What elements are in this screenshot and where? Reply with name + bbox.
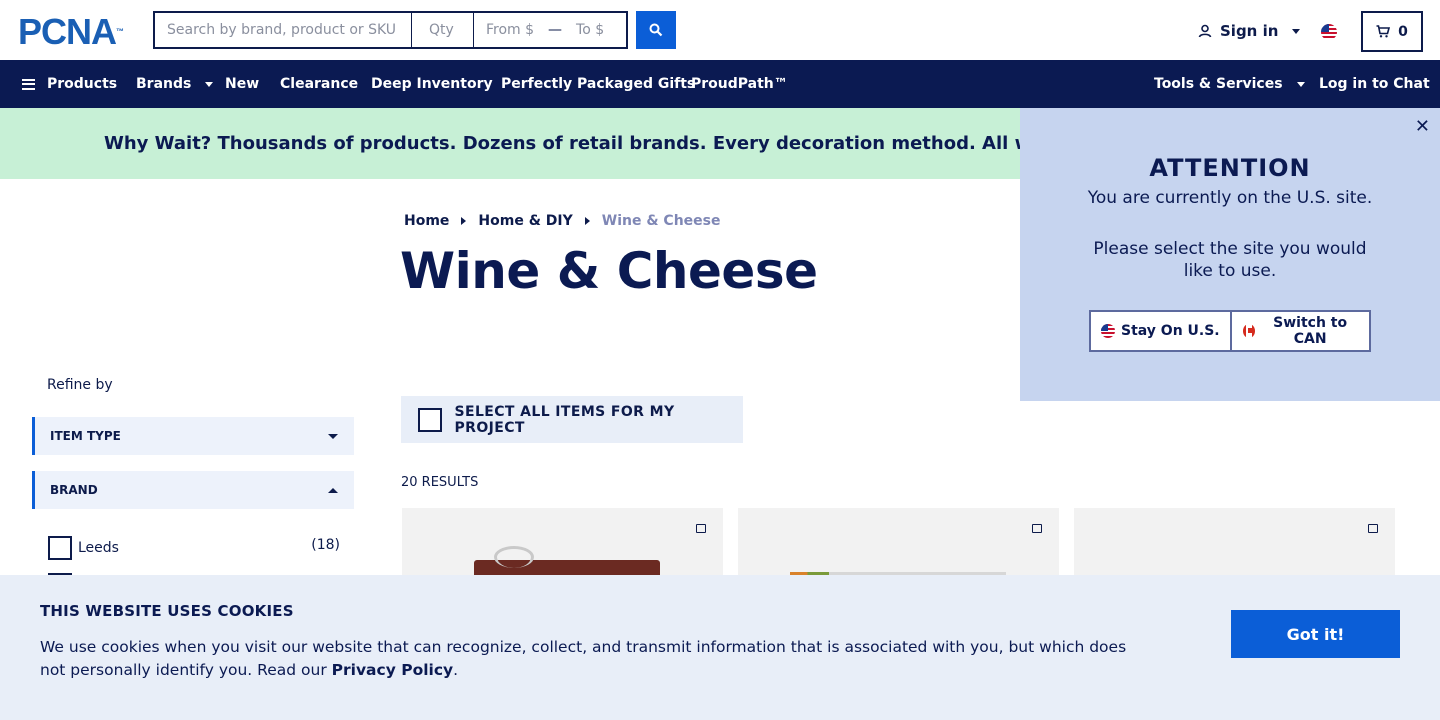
folder-icon[interactable] — [1032, 524, 1042, 533]
select-all-label: SELECT ALL ITEMS FOR MY PROJECT — [454, 403, 675, 436]
close-icon[interactable]: ✕ — [1415, 116, 1430, 137]
cookie-body: We use cookies when you visit our websit… — [40, 638, 1127, 679]
results-count: 20 RESULTS — [401, 475, 479, 490]
modal-message-current-site: You are currently on the U.S. site. — [1087, 188, 1373, 208]
nav-deep-inventory[interactable]: Deep Inventory — [371, 60, 493, 108]
nav-proudpath-label: ProudPath™ — [691, 76, 788, 92]
search-input[interactable]: Search by brand, product or SKU — [155, 13, 412, 47]
nav-deep-inventory-label: Deep Inventory — [371, 76, 493, 92]
cart-button[interactable]: 0 — [1361, 11, 1423, 52]
switch-to-can-button[interactable]: Switch to CAN — [1230, 310, 1371, 352]
facet-label: BRAND — [50, 483, 98, 497]
cookie-banner: THIS WEBSITE USES COOKIES We use cookies… — [0, 575, 1440, 720]
logo-trademark: ™ — [116, 27, 125, 36]
modal-title: ATTENTION — [1149, 154, 1311, 182]
chevron-down-icon — [1292, 28, 1301, 34]
select-all-toggle[interactable]: SELECT ALL ITEMS FOR MY PROJECT — [401, 396, 743, 443]
privacy-policy-link[interactable]: Privacy Policy — [332, 661, 454, 679]
chevron-up-icon — [328, 487, 338, 493]
facet-item-type[interactable]: ITEM TYPE — [32, 417, 354, 455]
pcna-logo[interactable]: PCNA™ — [18, 14, 125, 50]
canada-flag-icon — [1243, 324, 1256, 338]
price-range: From $ — To $ — [474, 13, 626, 47]
select-all-checkbox[interactable] — [418, 407, 442, 432]
sign-in-menu[interactable]: Sign in — [1198, 22, 1301, 40]
brand-option-leeds[interactable]: Leeds (18) — [48, 536, 340, 560]
facet-brand[interactable]: BRAND — [32, 471, 354, 509]
search-icon — [649, 23, 663, 37]
search-button[interactable] — [636, 11, 676, 49]
promo-text: Why Wait? Thousands of products. Dozens … — [104, 133, 1175, 154]
nav-tools-services[interactable]: Tools & Services — [1154, 60, 1305, 108]
modal-message-select-site: Please select the site you would like to… — [1093, 239, 1367, 281]
price-from-input[interactable]: From $ — [486, 22, 534, 38]
breadcrumb-category[interactable]: Home & DIY — [478, 213, 572, 229]
stay-label: Stay On U.S. — [1121, 323, 1220, 339]
chevron-down-icon — [328, 433, 338, 439]
nav-new[interactable]: New — [225, 60, 259, 108]
nav-products[interactable]: Products — [22, 60, 117, 108]
refine-heading: Refine by — [47, 377, 113, 393]
nav-new-label: New — [225, 76, 260, 92]
switch-label: Switch to CAN — [1273, 315, 1348, 347]
brand-option-count: (18) — [311, 537, 340, 553]
breadcrumb-home[interactable]: Home — [404, 213, 449, 229]
product-image-detail — [494, 546, 534, 568]
nav-chat-login[interactable]: Log in to Chat — [1319, 60, 1430, 108]
nav-products-label: Products — [47, 76, 118, 92]
folder-icon[interactable] — [1368, 524, 1378, 533]
us-flag-icon — [1101, 324, 1115, 338]
logo-text: PCNA — [18, 11, 117, 52]
search-form: Search by brand, product or SKU Qty From… — [153, 11, 628, 49]
facet-label: ITEM TYPE — [50, 429, 121, 443]
cookie-accept-button[interactable]: Got it! — [1231, 610, 1400, 658]
top-header: PCNA™ Search by brand, product or SKU Qt… — [0, 0, 1440, 60]
us-flag-icon[interactable] — [1321, 24, 1337, 40]
cookie-text: We use cookies when you visit our websit… — [40, 636, 1140, 682]
breadcrumb: Home Home & DIY Wine & Cheese — [404, 213, 721, 229]
quantity-input[interactable]: Qty — [412, 13, 474, 47]
menu-icon — [22, 78, 35, 90]
price-to-input[interactable]: To $ — [576, 22, 604, 38]
nav-gifts-label: Perfectly Packaged Gifts — [501, 76, 696, 92]
folder-icon[interactable] — [696, 524, 706, 533]
chevron-down-icon — [1296, 81, 1305, 87]
price-separator: — — [548, 22, 563, 38]
nav-chat-label: Log in to Chat — [1319, 76, 1430, 92]
nav-clearance-label: Clearance — [280, 76, 359, 92]
cookie-end: . — [453, 661, 459, 679]
cookie-title: THIS WEBSITE USES COOKIES — [40, 602, 294, 620]
nav-tools-label: Tools & Services — [1154, 76, 1283, 92]
breadcrumb-arrow-icon — [584, 217, 590, 225]
stay-on-us-button[interactable]: Stay On U.S. — [1089, 310, 1232, 352]
site-select-modal: ✕ ATTENTION You are currently on the U.S… — [1020, 108, 1440, 401]
nav-brands[interactable]: Brands — [136, 60, 214, 108]
checkbox[interactable] — [48, 536, 72, 560]
brand-option-label: Leeds — [78, 540, 119, 556]
cart-count: 0 — [1398, 23, 1408, 40]
breadcrumb-arrow-icon — [461, 217, 467, 225]
main-nav: Products Brands New Clearance Deep Inven… — [0, 60, 1440, 108]
nav-brands-label: Brands — [136, 76, 192, 92]
chevron-down-icon — [205, 81, 214, 87]
sign-in-label: Sign in — [1220, 22, 1279, 40]
nav-proudpath[interactable]: ProudPath™ — [691, 60, 788, 108]
nav-clearance[interactable]: Clearance — [280, 60, 358, 108]
cart-icon — [1376, 25, 1391, 38]
user-icon — [1198, 24, 1212, 38]
nav-gifts[interactable]: Perfectly Packaged Gifts — [501, 60, 695, 108]
breadcrumb-current: Wine & Cheese — [601, 213, 721, 229]
page-title: Wine & Cheese — [400, 242, 818, 300]
